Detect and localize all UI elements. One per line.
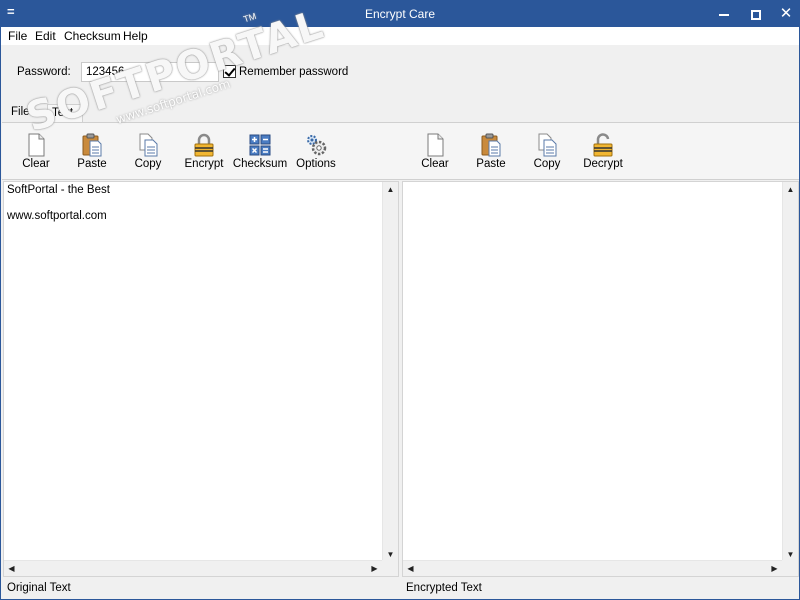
right-copy-label: Copy xyxy=(533,158,561,170)
paste-clipboard-icon xyxy=(481,133,501,157)
password-input[interactable] xyxy=(81,62,219,82)
left-copy-button[interactable]: Copy xyxy=(120,131,176,177)
original-text-content[interactable]: SoftPortal - the Best www.softportal.com xyxy=(7,184,110,223)
left-clear-label: Clear xyxy=(22,158,50,170)
scroll-corner xyxy=(382,560,398,576)
app-window: = Encrypt Care ✕ File Edit Checksum Help… xyxy=(0,0,800,600)
encrypted-text-area[interactable]: ▲ ▼ ◀ ▶ xyxy=(402,181,799,577)
checksum-label: Checksum xyxy=(232,158,288,170)
blank-page-icon xyxy=(427,133,444,157)
right-clear-button[interactable]: Clear xyxy=(407,131,463,177)
tab-files[interactable]: Files xyxy=(8,104,38,123)
encrypt-button[interactable]: Encrypt xyxy=(176,131,232,177)
scroll-left-icon[interactable]: ◀ xyxy=(4,561,19,576)
remember-password-checkbox[interactable] xyxy=(223,65,236,78)
gears-icon xyxy=(307,135,327,156)
right-clear-label: Clear xyxy=(421,158,449,170)
right-paste-button[interactable]: Paste xyxy=(463,131,519,177)
password-label: Password: xyxy=(17,66,71,78)
scroll-up-icon[interactable]: ▲ xyxy=(383,182,398,197)
options-button[interactable]: Options xyxy=(288,131,344,177)
window-title: Encrypt Care xyxy=(364,7,436,21)
menu-checksum[interactable]: Checksum xyxy=(64,29,121,43)
decrypt-label: Decrypt xyxy=(583,158,623,170)
scroll-right-icon[interactable]: ▶ xyxy=(767,561,782,576)
toolbar: Clear Paste Copy Encrypt Checksum Option… xyxy=(2,122,799,180)
lock-closed-icon xyxy=(194,133,214,157)
copy-pages-icon xyxy=(538,133,557,157)
maximize-button[interactable] xyxy=(741,1,771,27)
options-label: Options xyxy=(296,158,336,170)
scroll-right-icon[interactable]: ▶ xyxy=(367,561,382,576)
right-copy-button[interactable]: Copy xyxy=(519,131,575,177)
watermark-url: www.softportal.com xyxy=(114,76,232,127)
minimize-button[interactable] xyxy=(709,1,739,27)
menu-help[interactable]: Help xyxy=(123,29,148,43)
blank-page-icon xyxy=(28,133,45,157)
close-icon: ✕ xyxy=(779,5,793,22)
copy-pages-icon xyxy=(139,133,158,157)
lock-open-icon xyxy=(593,133,613,157)
checksum-grid-icon xyxy=(249,134,271,156)
left-clear-button[interactable]: Clear xyxy=(8,131,64,177)
title-bar[interactable]: = Encrypt Care ✕ xyxy=(1,1,799,27)
original-horizontal-scrollbar[interactable]: ◀ ▶ xyxy=(4,560,382,576)
encrypt-label: Encrypt xyxy=(184,158,224,170)
minimize-icon xyxy=(719,13,729,16)
original-vertical-scrollbar[interactable]: ▲ ▼ xyxy=(382,182,398,562)
scroll-up-icon[interactable]: ▲ xyxy=(783,182,798,197)
encrypted-vertical-scrollbar[interactable]: ▲ ▼ xyxy=(782,182,798,562)
scroll-left-icon[interactable]: ◀ xyxy=(403,561,418,576)
maximize-icon xyxy=(751,9,761,20)
close-button[interactable]: ✕ xyxy=(771,1,800,27)
status-bar: Original Text Encrypted Text xyxy=(1,578,799,599)
status-encrypted-text: Encrypted Text xyxy=(406,582,482,594)
right-paste-label: Paste xyxy=(476,158,506,170)
left-copy-label: Copy xyxy=(134,158,162,170)
original-text-area[interactable]: SoftPortal - the Best www.softportal.com… xyxy=(3,181,399,577)
paste-clipboard-icon xyxy=(82,133,102,157)
status-original-text: Original Text xyxy=(7,582,71,594)
remember-password-label[interactable]: Remember password xyxy=(239,66,348,78)
encrypted-horizontal-scrollbar[interactable]: ◀ ▶ xyxy=(403,560,782,576)
menu-edit[interactable]: Edit xyxy=(35,29,56,43)
menu-bar: File Edit Checksum Help xyxy=(1,27,799,45)
decrypt-button[interactable]: Decrypt xyxy=(575,131,631,177)
menu-file[interactable]: File xyxy=(8,29,27,43)
scroll-corner xyxy=(782,560,798,576)
left-paste-button[interactable]: Paste xyxy=(64,131,120,177)
tab-text[interactable]: Text xyxy=(47,104,83,123)
checksum-button[interactable]: Checksum xyxy=(232,131,288,177)
left-paste-label: Paste xyxy=(77,158,107,170)
